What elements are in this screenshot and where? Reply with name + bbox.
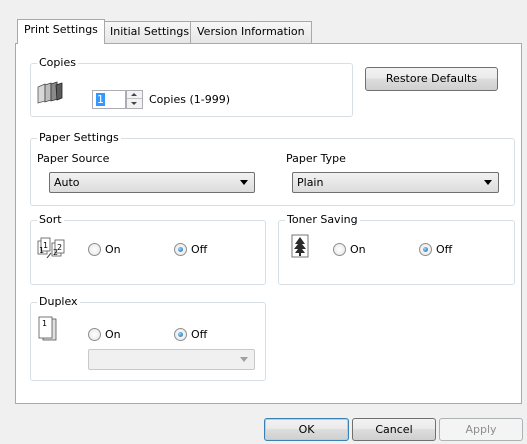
tab-initial-settings[interactable]: Initial Settings (103, 21, 197, 43)
paper-settings-legend: Paper Settings (37, 131, 121, 144)
collate-icon: 1 1 2 2 (37, 236, 67, 260)
paper-source-select[interactable]: Auto (49, 172, 255, 193)
copies-input-value: 1 (96, 93, 105, 106)
copies-spinner[interactable] (126, 90, 143, 109)
tab-print-settings[interactable]: Print Settings (17, 19, 105, 44)
chevron-down-icon (240, 357, 248, 362)
copies-legend: Copies (37, 56, 78, 69)
duplex-on-label: On (105, 328, 121, 341)
copies-stack-icon (37, 81, 63, 105)
paper-type-value: Plain (297, 176, 324, 189)
sort-off-radio[interactable] (174, 243, 187, 256)
duplex-binding-select[interactable] (88, 349, 255, 370)
paper-type-select[interactable]: Plain (292, 172, 499, 193)
sort-on-radio[interactable] (88, 243, 101, 256)
paper-source-label: Paper Source (37, 152, 110, 165)
duplex-off-label: Off (191, 328, 208, 341)
spin-up-icon[interactable] (127, 91, 142, 99)
svg-text:1: 1 (39, 246, 44, 255)
chevron-down-icon (240, 180, 248, 185)
restore-defaults-button[interactable]: Restore Defaults (365, 67, 498, 91)
copies-range-label: Copies (1-999) (149, 93, 230, 106)
toner-off-radio[interactable] (419, 243, 432, 256)
paper-type-label: Paper Type (286, 152, 346, 165)
duplex-legend: Duplex (37, 295, 80, 308)
toner-on-label: On (350, 243, 366, 256)
spin-down-icon[interactable] (127, 100, 142, 108)
chevron-down-icon (484, 180, 492, 185)
sort-legend: Sort (37, 213, 64, 226)
toner-saving-legend: Toner Saving (285, 213, 360, 226)
cancel-button[interactable]: Cancel (352, 418, 436, 441)
svg-text:1: 1 (42, 319, 47, 328)
apply-button[interactable]: Apply (439, 418, 523, 441)
tab-version-information[interactable]: Version Information (190, 21, 312, 43)
copies-group: Copies (30, 57, 353, 117)
duplex-on-radio[interactable] (88, 328, 101, 341)
sort-off-label: Off (191, 243, 208, 256)
sort-on-label: On (105, 243, 121, 256)
paper-source-value: Auto (54, 176, 80, 189)
duplex-off-radio[interactable] (174, 328, 187, 341)
toner-saving-group: Toner Saving (278, 214, 515, 285)
copies-input[interactable]: 1 (92, 90, 126, 109)
toner-off-label: Off (436, 243, 453, 256)
toner-on-radio[interactable] (333, 243, 346, 256)
svg-text:2: 2 (53, 248, 58, 257)
ok-button[interactable]: OK (264, 418, 349, 441)
duplex-page-icon: 1 (38, 316, 58, 342)
toner-tree-icon (291, 234, 311, 260)
